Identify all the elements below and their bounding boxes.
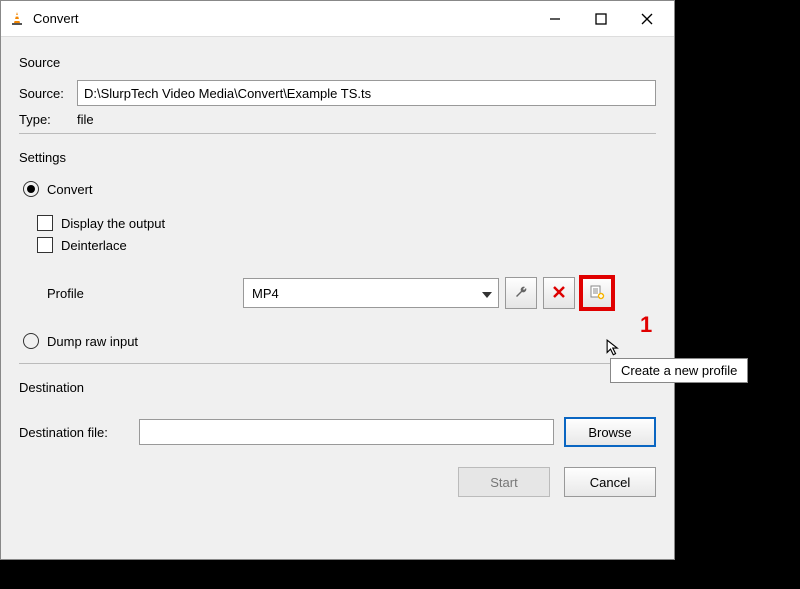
browse-button[interactable]: Browse: [564, 417, 656, 447]
profile-select[interactable]: MP4: [243, 278, 499, 308]
display-output-checkbox[interactable]: [37, 215, 53, 231]
dialog-content: Source Source: Type: file Settings Conve…: [1, 37, 674, 559]
type-label: Type:: [19, 112, 77, 127]
new-profile-button[interactable]: [581, 277, 613, 309]
wrench-icon: [513, 284, 529, 303]
cancel-button-label: Cancel: [590, 475, 630, 490]
annotation-marker: 1: [640, 312, 652, 338]
source-section-header: Source: [19, 47, 656, 74]
convert-dialog: Convert Source Source: Type: file Settin…: [0, 0, 675, 560]
deinterlace-checkbox[interactable]: [37, 237, 53, 253]
close-button[interactable]: [624, 3, 670, 35]
window-title: Convert: [33, 11, 532, 26]
profile-selected-value: MP4: [252, 286, 279, 301]
type-value: file: [77, 112, 94, 127]
display-output-label: Display the output: [61, 216, 165, 231]
delete-profile-button[interactable]: [543, 277, 575, 309]
profile-label: Profile: [47, 286, 237, 301]
start-button[interactable]: Start: [458, 467, 550, 497]
cancel-button[interactable]: Cancel: [564, 467, 656, 497]
chevron-down-icon: [482, 286, 492, 301]
vlc-icon: [9, 11, 25, 27]
settings-section-header: Settings: [19, 142, 656, 169]
maximize-button[interactable]: [578, 3, 624, 35]
new-profile-icon: [589, 284, 605, 303]
destination-input[interactable]: [139, 419, 554, 445]
deinterlace-label: Deinterlace: [61, 238, 127, 253]
delete-icon: [552, 285, 566, 302]
dump-raw-label: Dump raw input: [47, 334, 138, 349]
tooltip-text: Create a new profile: [621, 363, 737, 378]
edit-profile-button[interactable]: [505, 277, 537, 309]
source-input[interactable]: [77, 80, 656, 106]
minimize-button[interactable]: [532, 3, 578, 35]
browse-button-label: Browse: [588, 425, 631, 440]
destination-label: Destination file:: [19, 425, 129, 440]
source-label: Source:: [19, 86, 77, 101]
start-button-label: Start: [490, 475, 517, 490]
dump-raw-radio[interactable]: [23, 333, 39, 349]
convert-radio[interactable]: [23, 181, 39, 197]
titlebar: Convert: [1, 1, 674, 37]
tooltip: Create a new profile: [610, 358, 748, 383]
destination-section-header: Destination: [19, 372, 656, 399]
convert-radio-label: Convert: [47, 182, 93, 197]
